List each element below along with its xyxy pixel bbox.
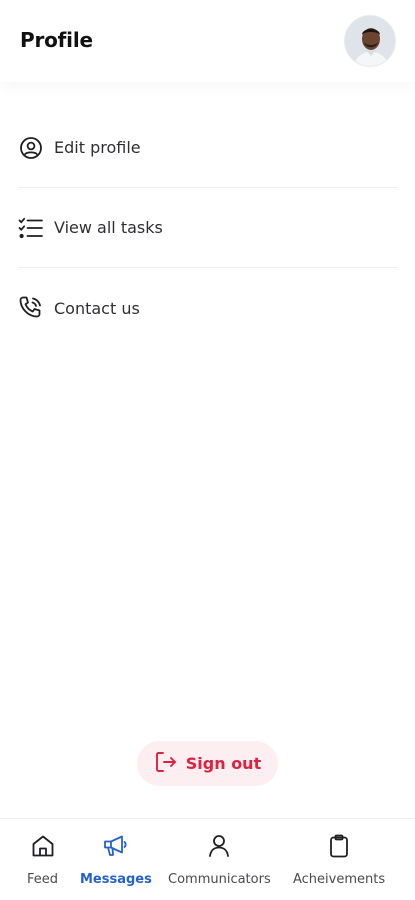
- sign-out-button[interactable]: Sign out: [137, 741, 278, 786]
- phone-icon: [18, 295, 44, 321]
- home-icon: [30, 833, 56, 863]
- menu-item-label: Edit profile: [54, 138, 141, 157]
- menu-item-label: View all tasks: [54, 218, 163, 237]
- clipboard-icon: [326, 833, 352, 863]
- sign-out-icon: [154, 750, 178, 778]
- menu-item-edit-profile[interactable]: Edit profile: [18, 108, 398, 188]
- tab-label: Messages: [80, 872, 152, 887]
- tab-acheivements[interactable]: Acheivements: [293, 833, 385, 887]
- page-title: Profile: [20, 28, 93, 52]
- menu-item-contact-us[interactable]: Contact us: [18, 268, 398, 348]
- person-icon: [206, 833, 232, 863]
- app-header: Profile: [0, 0, 415, 82]
- avatar-photo-icon: [345, 16, 395, 66]
- checklist-icon: [18, 215, 44, 241]
- tab-label: Acheivements: [293, 872, 386, 887]
- tab-communicators[interactable]: Communicators: [168, 833, 271, 887]
- menu-item-label: Contact us: [54, 298, 140, 318]
- menu-item-view-all-tasks[interactable]: View all tasks: [18, 188, 398, 268]
- tab-label: Communicators: [168, 872, 271, 887]
- tab-label: Feed: [27, 872, 59, 887]
- user-circle-icon: [18, 135, 44, 161]
- avatar[interactable]: [344, 15, 396, 67]
- megaphone-icon: [102, 833, 130, 863]
- tab-messages[interactable]: Messages: [80, 833, 152, 887]
- sign-out-label: Sign out: [185, 754, 262, 773]
- bottom-tab-bar: Feed Messages Communicators Acheivements: [0, 818, 415, 900]
- profile-menu: Edit profile View all tasks Contact us: [18, 108, 398, 348]
- tab-feed[interactable]: Feed: [27, 833, 58, 887]
